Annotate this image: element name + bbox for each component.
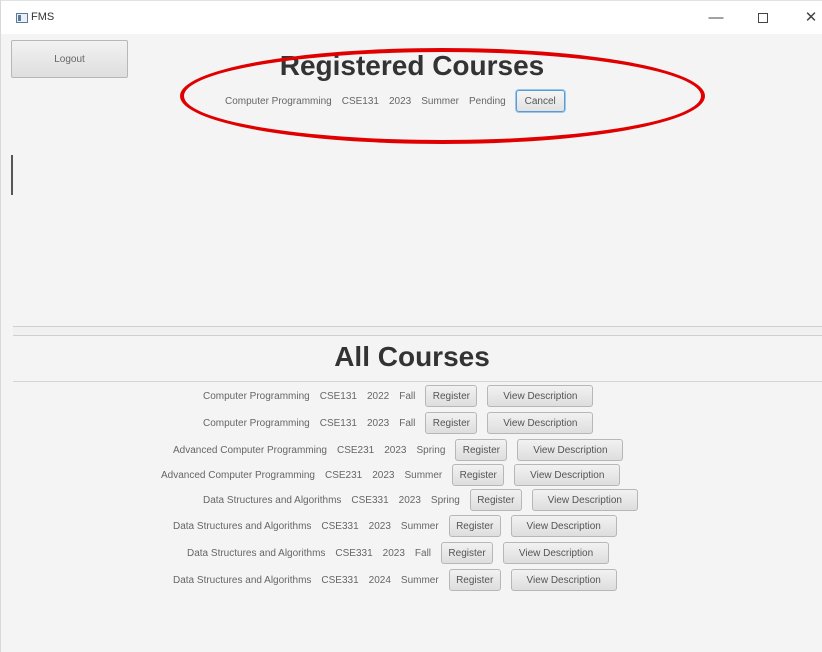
course-year: 2024 xyxy=(368,574,391,586)
course-code: CSE331 xyxy=(321,520,359,532)
course-code: CSE131 xyxy=(319,417,357,429)
course-name: Data Structures and Algorithms xyxy=(203,494,342,506)
view-description-button[interactable]: View Description xyxy=(514,464,621,486)
view-description-button[interactable]: View Description xyxy=(510,515,617,537)
course-term: Spring xyxy=(430,494,460,506)
register-button[interactable]: Register xyxy=(448,569,501,591)
course-row: Computer Programming CSE131 2022 Fall Regist… xyxy=(203,383,594,409)
register-button[interactable]: Register xyxy=(441,542,494,564)
course-row: Advanced Computer Programming CSE231 2023 S… xyxy=(161,462,621,488)
course-code: CSE331 xyxy=(335,547,373,559)
register-button[interactable]: Register xyxy=(452,464,505,486)
course-name: Data Structures and Algorithms xyxy=(173,520,312,532)
all-courses-heading: All Courses xyxy=(334,341,490,372)
course-code: CSE131 xyxy=(341,95,379,107)
window-title: FMS xyxy=(31,11,55,23)
course-name: Advanced Computer Programming xyxy=(161,469,315,481)
course-row: Data Structures and Algorithms CSE331 2024… xyxy=(173,567,617,593)
course-term: Summer xyxy=(400,520,439,532)
registered-course-row: Computer Programming CSE131 2023 Summer … xyxy=(225,90,565,112)
course-row: Data Structures and Algorithms CSE331 2023… xyxy=(187,540,610,566)
course-year: 2023 xyxy=(372,469,395,481)
course-name: Data Structures and Algorithms xyxy=(187,547,326,559)
close-button[interactable]: ✕ xyxy=(791,6,822,30)
course-term: Fall xyxy=(399,390,416,402)
view-description-button[interactable]: View Description xyxy=(487,385,594,407)
view-description-button[interactable]: View Description xyxy=(487,412,594,434)
course-year: 2022 xyxy=(366,390,390,402)
view-description-button[interactable]: View Description xyxy=(510,569,617,591)
course-term: Fall xyxy=(399,417,416,429)
view-description-button[interactable]: View Description xyxy=(531,489,638,511)
view-description-button[interactable]: View Description xyxy=(517,439,624,461)
course-term: Summer xyxy=(400,574,439,586)
register-button[interactable]: Register xyxy=(469,489,522,511)
course-term: Spring xyxy=(416,444,446,456)
course-term: Fall xyxy=(414,547,432,559)
course-row: Data Structures and Algorithms CSE331 2023… xyxy=(203,487,638,513)
register-button[interactable]: Register xyxy=(448,515,501,537)
course-row: Data Structures and Algorithms CSE331 2023… xyxy=(173,513,617,539)
maximize-button[interactable] xyxy=(743,6,783,30)
course-row: Computer Programming CSE131 2023 Fall Regist… xyxy=(203,410,594,436)
app-icon xyxy=(16,13,28,23)
register-button[interactable]: Register xyxy=(425,385,478,407)
course-year: 2023 xyxy=(368,520,391,532)
course-code: CSE131 xyxy=(319,390,357,402)
course-code: CSE231 xyxy=(336,444,375,456)
course-row: Advanced Computer Programming CSE231 2023 S… xyxy=(173,437,624,463)
course-term: Summer xyxy=(421,95,460,107)
course-year: 2023 xyxy=(366,417,390,429)
title-bar: FMS — ✕ xyxy=(1,0,822,34)
cancel-button[interactable]: Cancel xyxy=(515,90,565,112)
minimize-button[interactable]: — xyxy=(696,6,736,30)
course-year: 2023 xyxy=(384,444,407,456)
split-pane-divider[interactable] xyxy=(13,326,822,336)
course-year: 2023 xyxy=(382,547,405,559)
course-code: CSE331 xyxy=(351,494,389,506)
course-name: Advanced Computer Programming xyxy=(173,444,327,456)
course-name: Computer Programming xyxy=(225,95,332,107)
separator xyxy=(13,381,822,382)
course-name: Computer Programming xyxy=(203,417,310,429)
course-status: Pending xyxy=(469,95,506,107)
course-code: CSE231 xyxy=(324,469,363,481)
course-code: CSE331 xyxy=(321,574,359,586)
course-name: Computer Programming xyxy=(203,390,310,402)
register-button[interactable]: Register xyxy=(425,412,478,434)
registered-courses-heading: Registered Courses xyxy=(279,50,545,81)
app-window: FMS — ✕ Logout Registered Courses Comput… xyxy=(0,0,822,652)
view-description-button[interactable]: View Description xyxy=(503,542,610,564)
splitter-edge xyxy=(11,155,13,195)
course-name: Data Structures and Algorithms xyxy=(173,574,312,586)
course-year: 2023 xyxy=(398,494,421,506)
course-term: Summer xyxy=(404,469,443,481)
maximize-icon xyxy=(758,13,768,24)
course-year: 2023 xyxy=(388,95,412,107)
register-button[interactable]: Register xyxy=(455,439,508,461)
